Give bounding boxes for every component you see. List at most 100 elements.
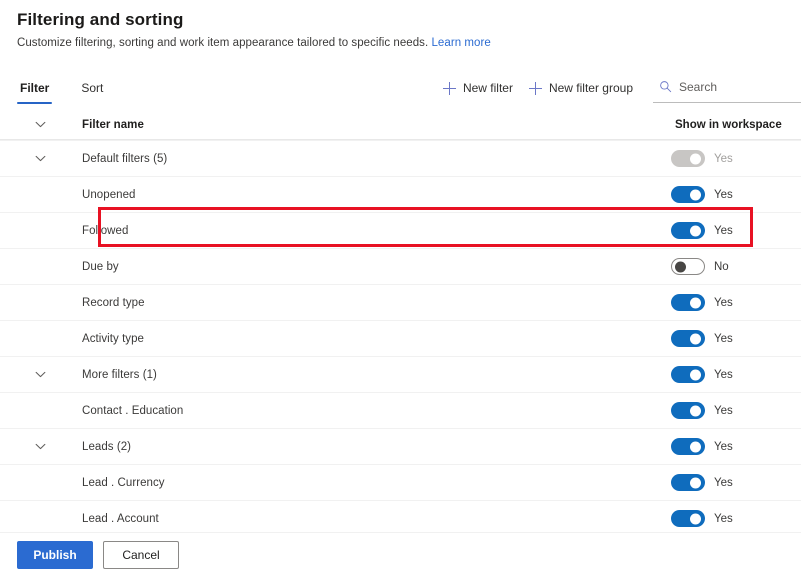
table-row[interactable]: Contact . Education Yes: [0, 392, 801, 428]
table-row[interactable]: Default filters (5) Yes: [0, 140, 801, 176]
table-row[interactable]: Leads (2) Yes: [0, 428, 801, 464]
toggle-knob: [675, 261, 686, 272]
show-in-workspace-toggle[interactable]: [671, 510, 705, 527]
new-filter-label: New filter: [462, 81, 513, 95]
filter-name-label: Leads (2): [82, 440, 132, 453]
toggle-knob: [690, 513, 701, 524]
filter-name-label: Lead . Currency: [82, 476, 165, 489]
show-in-workspace-cell: Yes: [671, 222, 801, 239]
table-row[interactable]: More filters (1) Yes: [0, 356, 801, 392]
show-in-workspace-cell: Yes: [671, 330, 801, 347]
filter-name-label: Due by: [82, 260, 119, 273]
show-in-workspace-cell: Yes: [671, 186, 801, 203]
tab-filter[interactable]: Filter: [17, 66, 53, 110]
tab-list: Filter Sort: [0, 66, 132, 110]
toggle-knob: [690, 189, 701, 200]
table-row[interactable]: Activity type Yes: [0, 320, 801, 356]
tab-sort-label: Sort: [81, 81, 104, 95]
table-body: Default filters (5) Yes Unopened Yes Followe…: [0, 140, 801, 536]
toggle-knob: [690, 477, 701, 488]
cancel-button[interactable]: Cancel: [103, 540, 179, 569]
filtering-and-sorting-page: Filtering and sorting Customize filterin…: [0, 0, 801, 576]
toggle-knob: [690, 153, 701, 164]
show-in-workspace-toggle[interactable]: [671, 474, 705, 491]
column-header-filter-name: Filter name: [82, 118, 144, 131]
toggle-knob: [690, 333, 701, 344]
toggle-knob: [690, 225, 701, 236]
plus-icon: [442, 81, 456, 95]
page-subtitle-text: Customize filtering, sorting and work it…: [17, 37, 429, 49]
table-row[interactable]: Record type Yes: [0, 284, 801, 320]
group-expand-toggle[interactable]: [17, 155, 63, 162]
chevron-down-icon: [35, 121, 45, 128]
filter-name-label: Default filters (5): [82, 152, 168, 165]
show-in-workspace-cell: Yes: [671, 438, 801, 455]
toggle-state-label: Yes: [714, 152, 733, 165]
filter-name-label: Unopened: [82, 188, 136, 201]
expand-all-toggle[interactable]: [17, 121, 63, 128]
table-row[interactable]: Unopened Yes: [0, 176, 801, 212]
table-row[interactable]: Lead . Currency Yes: [0, 464, 801, 500]
show-in-workspace-toggle[interactable]: [671, 222, 705, 239]
filter-name-label: Record type: [82, 296, 145, 309]
search-box[interactable]: Search: [653, 73, 801, 103]
page-subtitle: Customize filtering, sorting and work it…: [17, 37, 801, 49]
page-header: Filtering and sorting Customize filterin…: [0, 0, 801, 49]
column-header-show-in-workspace: Show in workspace: [671, 119, 801, 131]
publish-button[interactable]: Publish: [17, 540, 93, 569]
toggle-knob: [690, 405, 701, 416]
show-in-workspace-toggle[interactable]: [671, 402, 705, 419]
toggle-state-label: Yes: [714, 368, 733, 381]
table-row[interactable]: Lead . Account Yes: [0, 500, 801, 536]
toggle-state-label: Yes: [714, 476, 733, 489]
show-in-workspace-cell: Yes: [671, 474, 801, 491]
table-row[interactable]: Due by No: [0, 248, 801, 284]
table-row[interactable]: Followed Yes: [0, 212, 801, 248]
show-in-workspace-cell: Yes: [671, 294, 801, 311]
chevron-down-icon: [35, 443, 45, 450]
filter-name-label: Activity type: [82, 332, 145, 345]
toggle-state-label: Yes: [714, 296, 733, 309]
chevron-down-icon: [35, 371, 45, 378]
filter-table: Filter name Show in workspace Default fi…: [0, 110, 801, 536]
command-bar: Filter Sort New filter New filter group …: [0, 66, 801, 110]
chevron-down-icon: [35, 155, 45, 162]
toggle-state-label: Yes: [714, 440, 733, 453]
filter-name-label: Lead . Account: [82, 512, 159, 525]
show-in-workspace-toggle[interactable]: [671, 438, 705, 455]
filter-name-label: Followed: [82, 224, 129, 237]
filter-name-label: Contact . Education: [82, 404, 184, 417]
toggle-state-label: No: [714, 260, 729, 273]
group-expand-toggle[interactable]: [17, 371, 63, 378]
toggle-state-label: Yes: [714, 404, 733, 417]
show-in-workspace-cell: Yes: [671, 366, 801, 383]
toggle-knob: [690, 297, 701, 308]
show-in-workspace-cell: No: [671, 258, 801, 275]
tab-sort[interactable]: Sort: [78, 66, 106, 110]
tab-filter-label: Filter: [20, 81, 50, 95]
new-filter-group-button[interactable]: New filter group: [521, 76, 641, 100]
toggle-knob: [690, 369, 701, 380]
group-expand-toggle[interactable]: [17, 443, 63, 450]
show-in-workspace-cell: Yes: [671, 510, 801, 527]
plus-icon: [528, 81, 542, 95]
show-in-workspace-toggle[interactable]: [671, 186, 705, 203]
page-title: Filtering and sorting: [17, 10, 184, 29]
learn-more-link[interactable]: Learn more: [431, 37, 490, 49]
search-icon: [660, 81, 672, 93]
filter-name-label: More filters (1): [82, 368, 157, 381]
show-in-workspace-toggle[interactable]: [671, 258, 705, 275]
new-filter-group-label: New filter group: [548, 81, 633, 95]
toggle-state-label: Yes: [714, 332, 733, 345]
toggle-state-label: Yes: [714, 512, 733, 525]
show-in-workspace-toggle[interactable]: [671, 294, 705, 311]
command-bar-actions: New filter New filter group Search: [435, 73, 801, 103]
toggle-state-label: Yes: [714, 188, 733, 201]
show-in-workspace-cell: Yes: [671, 402, 801, 419]
show-in-workspace-toggle[interactable]: [671, 330, 705, 347]
search-placeholder: Search: [679, 79, 718, 94]
show-in-workspace-cell: Yes: [671, 150, 801, 167]
new-filter-button[interactable]: New filter: [435, 76, 521, 100]
show-in-workspace-toggle: [671, 150, 705, 167]
show-in-workspace-toggle[interactable]: [671, 366, 705, 383]
